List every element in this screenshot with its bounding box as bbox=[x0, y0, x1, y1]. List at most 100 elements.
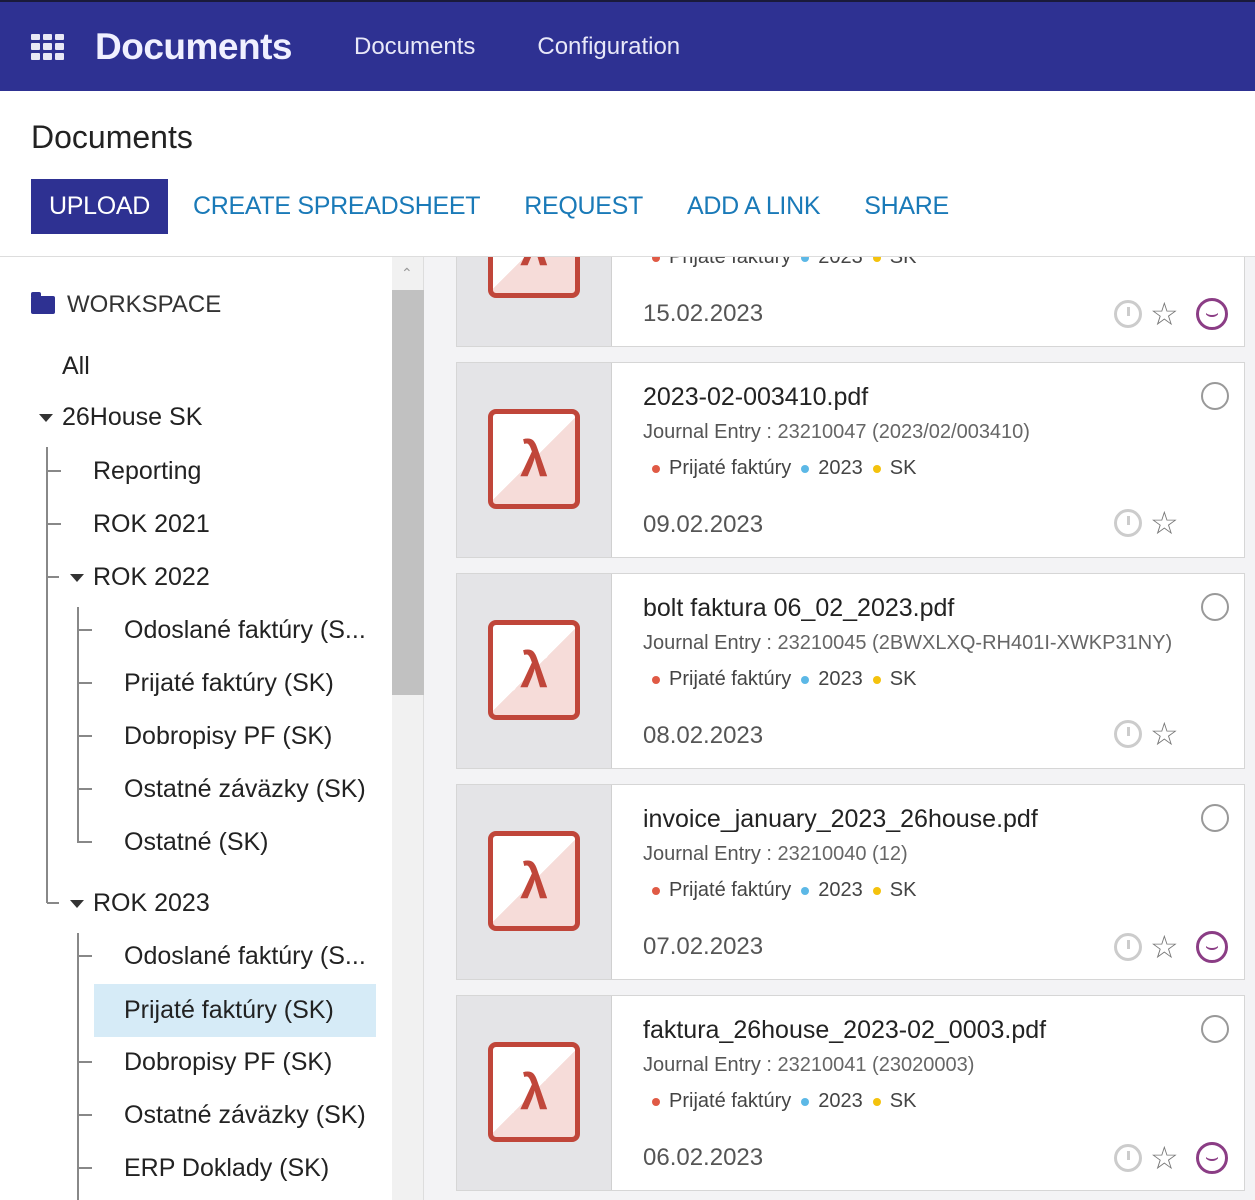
tag: Prijaté faktúry bbox=[652, 668, 791, 691]
tag: 2023 bbox=[801, 879, 863, 902]
sidebar-item-all[interactable]: All bbox=[62, 352, 90, 381]
star-icon[interactable]: ☆ bbox=[1150, 507, 1188, 539]
journal-entry-label: Journal Entry bbox=[643, 843, 761, 865]
journal-entry: Journal Entry : 23210040 (12) bbox=[643, 843, 908, 866]
menu-documents[interactable]: Documents bbox=[354, 33, 475, 61]
pdf-icon: λ bbox=[488, 1042, 580, 1142]
document-date: 07.02.2023 bbox=[643, 933, 764, 960]
sidebar-item-2023-erp-doklady[interactable]: ERP Doklady (SK) bbox=[124, 1154, 329, 1183]
activity-clock-icon[interactable] bbox=[1114, 300, 1142, 328]
document-card[interactable]: λ bolt faktura 06_02_2023.pdf Journal En… bbox=[456, 573, 1245, 769]
sidebar-item-2022-ostatne-zavazky[interactable]: Ostatné záväzky (SK) bbox=[124, 775, 366, 804]
add-link-button[interactable]: ADD A LINK bbox=[687, 192, 820, 221]
pdf-icon: λ bbox=[488, 257, 580, 298]
activity-clock-icon[interactable] bbox=[1114, 933, 1142, 961]
document-thumbnail[interactable]: λ bbox=[457, 785, 612, 979]
caret-down-icon[interactable] bbox=[70, 574, 84, 583]
owner-avatar-icon[interactable]: ⌣ bbox=[1196, 931, 1228, 963]
journal-entry-label: Journal Entry bbox=[643, 632, 761, 654]
scroll-up-icon[interactable]: ⌃ bbox=[401, 265, 413, 282]
request-button[interactable]: REQUEST bbox=[524, 192, 643, 221]
sidebar-item-rok-2022[interactable]: ROK 2022 bbox=[70, 563, 210, 592]
owner-avatar-icon[interactable]: ⌣ bbox=[1196, 1142, 1228, 1174]
select-checkbox[interactable] bbox=[1201, 382, 1229, 410]
caret-down-icon[interactable] bbox=[70, 900, 84, 909]
sidebar-item-2023-ostatne-zavazky[interactable]: Ostatné záväzky (SK) bbox=[124, 1101, 366, 1130]
sidebar-item-2022-prijate[interactable]: Prijaté faktúry (SK) bbox=[124, 669, 334, 698]
tag: Prijaté faktúry bbox=[652, 257, 791, 269]
page-title: Documents bbox=[31, 119, 193, 155]
journal-entry-link[interactable]: : 23210047 (2023/02/003410) bbox=[761, 421, 1030, 443]
workspace-sidebar: WORKSPACE All 26House SK Reporting ROK 2… bbox=[0, 257, 392, 1200]
sidebar-item-rok-2023[interactable]: ROK 2023 bbox=[70, 889, 210, 918]
journal-entry-link[interactable]: : 23210040 (12) bbox=[761, 843, 907, 865]
share-button[interactable]: SHARE bbox=[864, 192, 949, 221]
journal-entry-label: Journal Entry bbox=[643, 421, 761, 443]
document-card[interactable]: λ faktura_26house_2023-02_0003.pdf Journ… bbox=[456, 995, 1245, 1191]
star-icon[interactable]: ☆ bbox=[1150, 931, 1188, 963]
document-card[interactable]: λ Prijaté faktúry 2023 SK 15.02.2023 ☆⌣ bbox=[456, 257, 1245, 347]
tag: Prijaté faktúry bbox=[652, 1090, 791, 1113]
document-card[interactable]: λ 2023-02-003410.pdf Journal Entry : 232… bbox=[456, 362, 1245, 558]
journal-entry-link[interactable]: : 23210045 (2BWXLXQ-RH401I-XWKP31NY) bbox=[761, 632, 1172, 654]
top-navbar: Documents Documents Configuration bbox=[0, 0, 1255, 91]
activity-clock-icon[interactable] bbox=[1114, 509, 1142, 537]
journal-entry: Journal Entry : 23210045 (2BWXLXQ-RH401I… bbox=[643, 632, 1172, 655]
tag: 2023 bbox=[801, 668, 863, 691]
sidebar-scrollbar[interactable]: ⌃ bbox=[392, 257, 424, 1200]
document-tags: Prijaté faktúry 2023 SK bbox=[652, 457, 926, 480]
document-date: 15.02.2023 bbox=[643, 300, 764, 327]
sidebar-item-2023-dobropisy[interactable]: Dobropisy PF (SK) bbox=[124, 1048, 332, 1077]
owner-avatar-icon[interactable]: ⌣ bbox=[1196, 298, 1228, 330]
folder-icon bbox=[31, 292, 55, 314]
sidebar-item-2023-prijate-selected[interactable]: Prijaté faktúry (SK) bbox=[94, 984, 376, 1037]
tag: SK bbox=[872, 668, 916, 691]
scrollbar-thumb[interactable] bbox=[392, 290, 424, 695]
tag: SK bbox=[872, 457, 916, 480]
pdf-icon: λ bbox=[488, 620, 580, 720]
tag: SK bbox=[872, 879, 916, 902]
tag: Prijaté faktúry bbox=[652, 457, 791, 480]
star-icon[interactable]: ☆ bbox=[1150, 298, 1188, 330]
document-thumbnail[interactable]: λ bbox=[457, 574, 612, 768]
document-tags: Prijaté faktúry 2023 SK bbox=[652, 1090, 926, 1113]
document-thumbnail[interactable]: λ bbox=[457, 996, 612, 1190]
tag: SK bbox=[872, 257, 916, 269]
star-icon[interactable]: ☆ bbox=[1150, 1142, 1188, 1174]
document-tags: Prijaté faktúry 2023 SK bbox=[652, 879, 926, 902]
tag: 2023 bbox=[801, 457, 863, 480]
sidebar-item-rok-2021[interactable]: ROK 2021 bbox=[93, 510, 210, 539]
journal-entry: Journal Entry : 23210041 (23020003) bbox=[643, 1054, 974, 1077]
sidebar-item-26house[interactable]: 26House SK bbox=[39, 403, 202, 432]
document-thumbnail[interactable]: λ bbox=[457, 257, 612, 346]
upload-button[interactable]: UPLOAD bbox=[31, 179, 169, 234]
app-brand[interactable]: Documents bbox=[95, 26, 292, 68]
workspace-heading: WORKSPACE bbox=[67, 291, 222, 318]
create-spreadsheet-button[interactable]: CREATE SPREADSHEET bbox=[193, 192, 481, 221]
journal-entry-link[interactable]: : 23210041 (23020003) bbox=[761, 1054, 974, 1076]
sidebar-item-2022-dobropisy[interactable]: Dobropisy PF (SK) bbox=[124, 722, 332, 751]
document-name: bolt faktura 06_02_2023.pdf bbox=[643, 594, 955, 622]
star-icon[interactable]: ☆ bbox=[1150, 718, 1188, 750]
select-checkbox[interactable] bbox=[1201, 1015, 1229, 1043]
sidebar-item-reporting[interactable]: Reporting bbox=[93, 457, 201, 486]
pdf-icon: λ bbox=[488, 409, 580, 509]
document-tags: Prijaté faktúry 2023 SK bbox=[652, 257, 926, 269]
document-name: 2023-02-003410.pdf bbox=[643, 383, 869, 411]
app-menu-grid-icon[interactable] bbox=[31, 33, 64, 60]
document-thumbnail[interactable]: λ bbox=[457, 363, 612, 557]
tag: 2023 bbox=[801, 1090, 863, 1113]
menu-configuration[interactable]: Configuration bbox=[537, 33, 680, 61]
sidebar-item-2022-ostatne[interactable]: Ostatné (SK) bbox=[124, 828, 269, 857]
caret-down-icon[interactable] bbox=[39, 414, 53, 423]
activity-clock-icon[interactable] bbox=[1114, 1144, 1142, 1172]
activity-clock-icon[interactable] bbox=[1114, 720, 1142, 748]
select-checkbox[interactable] bbox=[1201, 804, 1229, 832]
select-checkbox[interactable] bbox=[1201, 593, 1229, 621]
tag: 2023 bbox=[801, 257, 863, 269]
document-card[interactable]: λ invoice_january_2023_26house.pdf Journ… bbox=[456, 784, 1245, 980]
sidebar-item-2023-odoslane[interactable]: Odoslané faktúry (S... bbox=[124, 942, 366, 971]
document-name: faktura_26house_2023-02_0003.pdf bbox=[643, 1016, 1047, 1044]
sidebar-item-2022-odoslane[interactable]: Odoslané faktúry (S... bbox=[124, 616, 366, 645]
tag: Prijaté faktúry bbox=[652, 879, 791, 902]
